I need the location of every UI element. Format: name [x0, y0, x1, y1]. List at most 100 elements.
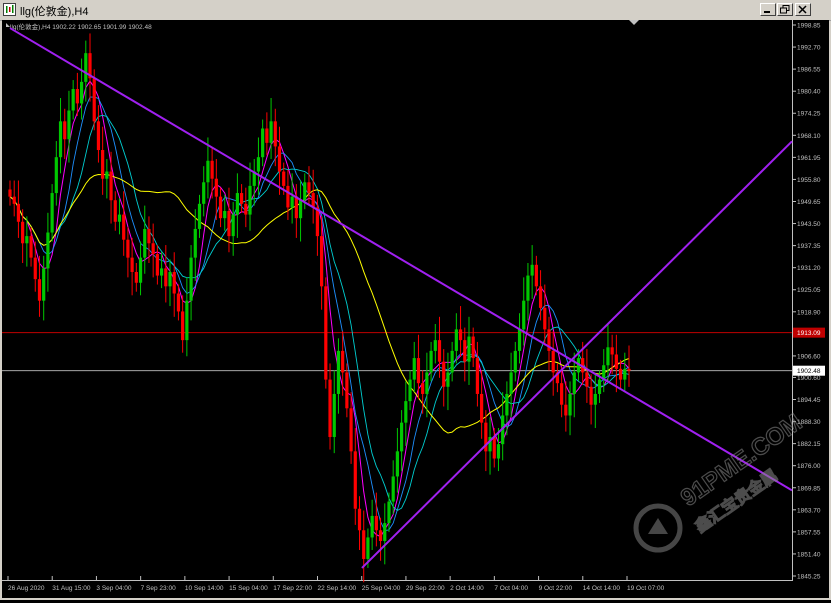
- time-tick-label: 7 Sep 23:00: [141, 585, 176, 592]
- candle-body: [345, 372, 349, 409]
- candle-body: [235, 193, 239, 215]
- candle-body: [627, 368, 631, 371]
- candle-body: [421, 383, 425, 394]
- candle-body: [538, 286, 543, 308]
- time-tick-label: 9 Oct 22:00: [539, 585, 573, 592]
- price-tick-label: 1949.65: [797, 199, 821, 206]
- price-tick-label: 1918.90: [797, 309, 821, 316]
- minimize-button[interactable]: [760, 3, 776, 16]
- candle-body: [332, 393, 336, 437]
- candle-body: [391, 476, 395, 502]
- candle-body: [269, 121, 273, 143]
- candle-body: [366, 537, 370, 559]
- candle-body: [606, 347, 610, 366]
- candle-body: [181, 311, 185, 341]
- chart-area[interactable]: llg(伦敦金),H4 1902.22 1902.65 1901.99 1902…: [2, 20, 829, 598]
- price-tick-label: 1894.45: [797, 397, 821, 404]
- close-icon: [798, 5, 807, 14]
- candle-body: [8, 189, 12, 197]
- candle-body: [374, 515, 378, 531]
- candle-body: [206, 160, 210, 183]
- candle-body: [509, 372, 513, 394]
- candle-body: [400, 422, 404, 452]
- candle-body: [159, 268, 164, 276]
- time-tick-label: 31 Aug 15:00: [52, 585, 91, 592]
- candle-body: [623, 368, 627, 380]
- chart-title-bar[interactable]: llg(伦敦金),H4: [0, 0, 831, 21]
- candle-body: [492, 436, 496, 459]
- candle-body: [16, 203, 21, 222]
- candle-body: [513, 350, 517, 373]
- candle-body: [210, 160, 214, 179]
- candle-body: [496, 444, 501, 459]
- candle-body: [315, 207, 319, 237]
- candle-body: [572, 372, 576, 394]
- candle-body: [176, 293, 181, 312]
- candle-body: [534, 264, 538, 287]
- candle-body: [202, 182, 206, 204]
- candle-body: [71, 89, 75, 111]
- candle-body: [286, 185, 290, 208]
- candle-body: [25, 236, 29, 244]
- candle-body: [564, 404, 568, 416]
- candle-body: [336, 350, 341, 394]
- price-tick-label: 1863.70: [797, 507, 821, 514]
- price-tick-label: 1974.25: [797, 111, 821, 118]
- time-tick-label: 26 Aug 2020: [8, 585, 45, 592]
- candle-body: [328, 379, 332, 437]
- candle-body: [227, 210, 231, 237]
- candle-body: [122, 214, 126, 240]
- candle-body: [256, 157, 261, 172]
- candle-body: [353, 451, 357, 509]
- candle-body: [92, 78, 96, 122]
- time-tick-label: 14 Oct 14:00: [583, 585, 621, 592]
- price-tick-label: 1845.25: [797, 574, 821, 581]
- candle-body: [58, 121, 63, 158]
- candle-body: [185, 300, 189, 341]
- price-tick-label: 1961.95: [797, 155, 821, 162]
- candle-body: [442, 361, 446, 387]
- candle-body: [320, 236, 324, 287]
- candle-body: [168, 271, 172, 287]
- minimize-icon: [764, 11, 770, 13]
- candle-body: [63, 121, 67, 140]
- candle-body: [218, 196, 223, 219]
- candle[interactable]: [324, 277, 328, 389]
- candle-body: [530, 264, 534, 276]
- price-tick-label: 1876.00: [797, 463, 821, 470]
- candle-body: [138, 257, 143, 283]
- time-tick-label: 25 Sep 04:00: [362, 585, 401, 592]
- candle-body: [273, 121, 277, 147]
- candle-body: [130, 257, 134, 272]
- candle-body: [387, 501, 391, 524]
- candle-body: [261, 128, 265, 158]
- candle-body: [450, 350, 454, 373]
- price-tick-label: 1931.20: [797, 265, 821, 272]
- candle-body: [614, 354, 618, 369]
- restore-button[interactable]: [777, 3, 793, 16]
- candle-body: [189, 257, 193, 301]
- candle-body: [172, 271, 176, 294]
- candle-body: [54, 157, 58, 194]
- time-tick-label: 15 Sep 04:00: [229, 585, 268, 592]
- price-tick-label: 1943.50: [797, 221, 821, 228]
- candle-body: [151, 243, 155, 255]
- price-tick-label: 1882.15: [797, 441, 821, 448]
- price-tick-label: 1900.60: [797, 375, 821, 382]
- price-chart[interactable]: llg(伦敦金),H4 1902.22 1902.65 1901.99 1902…: [2, 20, 829, 598]
- price-tick-label: 1906.60: [797, 353, 821, 360]
- candle-body: [303, 182, 307, 201]
- candle-body: [412, 358, 416, 380]
- candle-body: [282, 171, 286, 186]
- candle-body: [33, 257, 37, 280]
- candle-body: [433, 340, 437, 351]
- candle-body: [155, 254, 159, 276]
- candle-body: [265, 128, 269, 143]
- candle-body: [378, 530, 383, 542]
- close-button[interactable]: [795, 3, 811, 16]
- candle-body: [244, 203, 248, 215]
- candle-body: [416, 358, 421, 384]
- candle-body: [425, 372, 429, 394]
- candle-body: [324, 286, 328, 380]
- price-tick-label: 1857.55: [797, 529, 821, 536]
